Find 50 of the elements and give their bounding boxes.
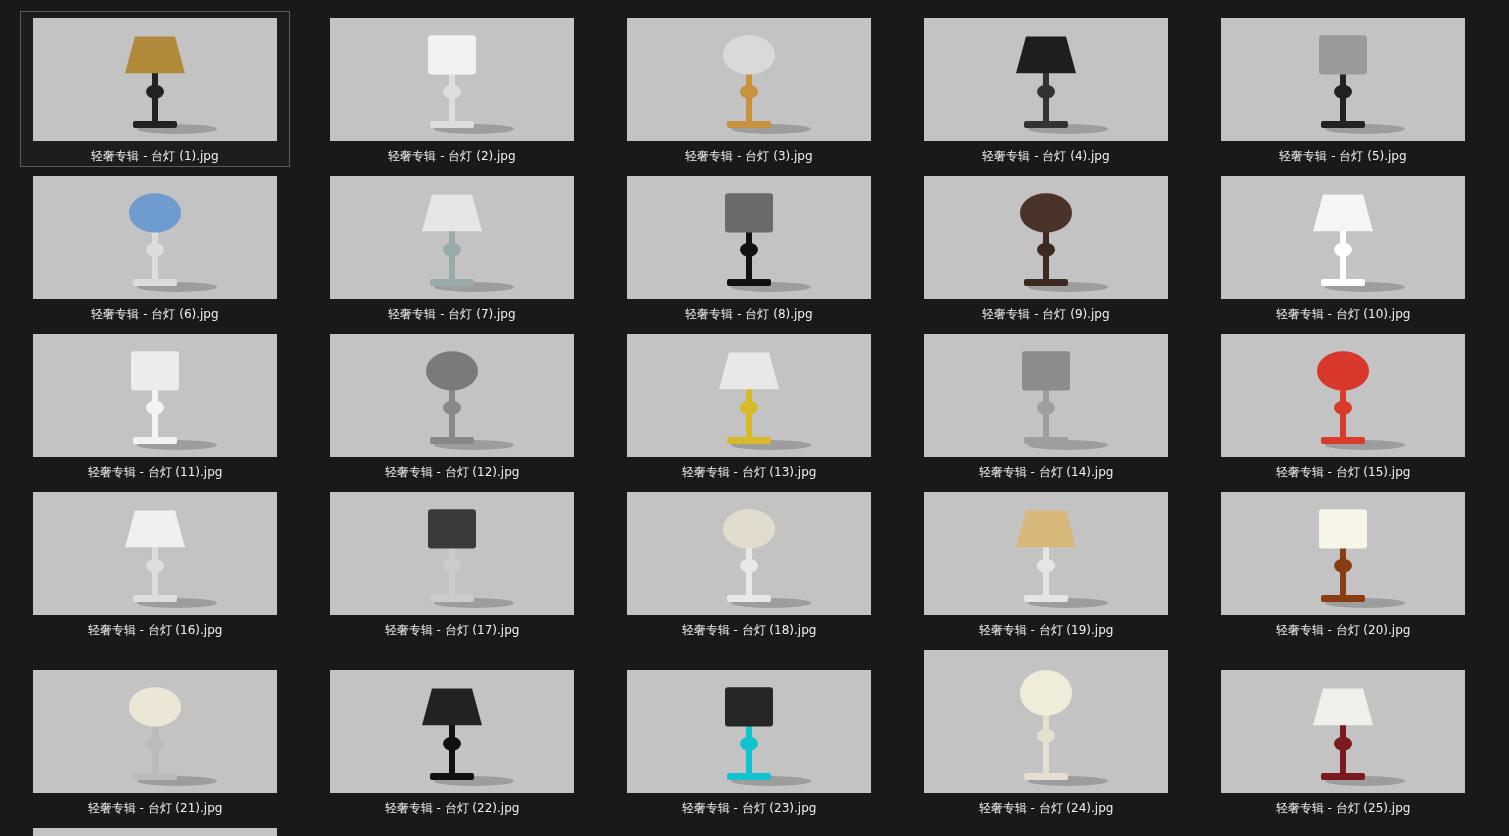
file-name: 轻奢专辑 - 台灯 (19).jpg [978,622,1114,638]
file-thumbnail[interactable]: 轻奢专辑 - 台灯 (20).jpg [1208,485,1478,641]
file-thumbnail[interactable]: 轻奢专辑 - 台灯 (1).jpg [20,11,290,167]
file-thumbnail[interactable]: 轻奢专辑 - 台灯 (12).jpg [317,327,587,483]
file-thumbnail[interactable]: 轻奢专辑 - 台灯 (3).jpg [614,11,884,167]
file-thumbnail[interactable]: 轻奢专辑 - 台灯 (23).jpg [614,643,884,819]
file-thumbnail[interactable]: 轻奢专辑 - 台灯 (13).jpg [614,327,884,483]
file-thumbnail[interactable]: 轻奢专辑 - 台灯 (22).jpg [317,643,587,819]
file-name: 轻奢专辑 - 台灯 (10).jpg [1275,306,1411,322]
file-name: 轻奢专辑 - 台灯 (11).jpg [87,464,223,480]
file-thumbnail[interactable]: 轻奢专辑 - 台灯 (14).jpg [911,327,1181,483]
file-name: 轻奢专辑 - 台灯 (22).jpg [384,800,520,816]
file-name: 轻奢专辑 - 台灯 (16).jpg [87,622,223,638]
file-name: 轻奢专辑 - 台灯 (4).jpg [982,148,1110,164]
file-thumbnail[interactable]: 轻奢专辑 - 台灯 (10).jpg [1208,169,1478,325]
file-thumbnail[interactable]: 轻奢专辑 - 台灯 (4).jpg [911,11,1181,167]
file-thumbnail[interactable]: 轻奢专辑 - 台灯 (24).jpg [911,643,1181,819]
file-thumbnail[interactable]: 轻奢专辑 - 台灯 (11).jpg [20,327,290,483]
file-thumbnail[interactable]: 轻奢专辑 - 台灯 (6).jpg [20,169,290,325]
file-thumbnail[interactable]: 轻奢专辑 - 台灯 (9).jpg [911,169,1181,325]
file-name: 轻奢专辑 - 台灯 (12).jpg [384,464,520,480]
file-name: 轻奢专辑 - 台灯 (5).jpg [1279,148,1407,164]
file-thumbnail[interactable]: 轻奢专辑 - 台灯 (8).jpg [614,169,884,325]
file-name: 轻奢专辑 - 台灯 (24).jpg [978,800,1114,816]
file-name: 轻奢专辑 - 台灯 (20).jpg [1275,622,1411,638]
file-name: 轻奢专辑 - 台灯 (21).jpg [87,800,223,816]
file-thumbnail[interactable]: 轻奢专辑 - 台灯 (2).jpg [317,11,587,167]
file-thumbnail[interactable]: 轻奢专辑 - 台灯 (16).jpg [20,485,290,641]
file-thumbnail[interactable]: 轻奢专辑 - 台灯 (5).jpg [1208,11,1478,167]
file-name: 轻奢专辑 - 台灯 (14).jpg [978,464,1114,480]
file-thumbnail[interactable]: 轻奢专辑 - 台灯 (21).jpg [20,643,290,819]
file-name: 轻奢专辑 - 台灯 (6).jpg [91,306,219,322]
file-thumbnail[interactable]: 轻奢专辑 - 台灯 (19).jpg [911,485,1181,641]
file-name: 轻奢专辑 - 台灯 (7).jpg [388,306,516,322]
file-thumbnail[interactable]: 轻奢专辑 - 台灯 (15).jpg [1208,327,1478,483]
file-name: 轻奢专辑 - 台灯 (8).jpg [685,306,813,322]
file-name: 轻奢专辑 - 台灯 (18).jpg [681,622,817,638]
file-name: 轻奢专辑 - 台灯 (1).jpg [91,148,219,164]
file-name: 轻奢专辑 - 台灯 (3).jpg [685,148,813,164]
file-name: 轻奢专辑 - 台灯 (13).jpg [681,464,817,480]
file-thumbnail[interactable]: 轻奢专辑 - 台灯 (18).jpg [614,485,884,641]
file-thumbnail[interactable]: 轻奢专辑 - 台灯 (17).jpg [317,485,587,641]
file-thumbnail[interactable]: 轻奢专辑 - 台灯 (25).jpg [1208,643,1478,819]
file-name: 轻奢专辑 - 台灯 (25).jpg [1275,800,1411,816]
file-name: 轻奢专辑 - 台灯 (9).jpg [982,306,1110,322]
file-name: 轻奢专辑 - 台灯 (15).jpg [1275,464,1411,480]
file-name: 轻奢专辑 - 台灯 (17).jpg [384,622,520,638]
file-thumbnail[interactable]: 轻奢专辑 - 台灯 (7).jpg [317,169,587,325]
file-name: 轻奢专辑 - 台灯 (2).jpg [388,148,516,164]
file-name: 轻奢专辑 - 台灯 (23).jpg [681,800,817,816]
